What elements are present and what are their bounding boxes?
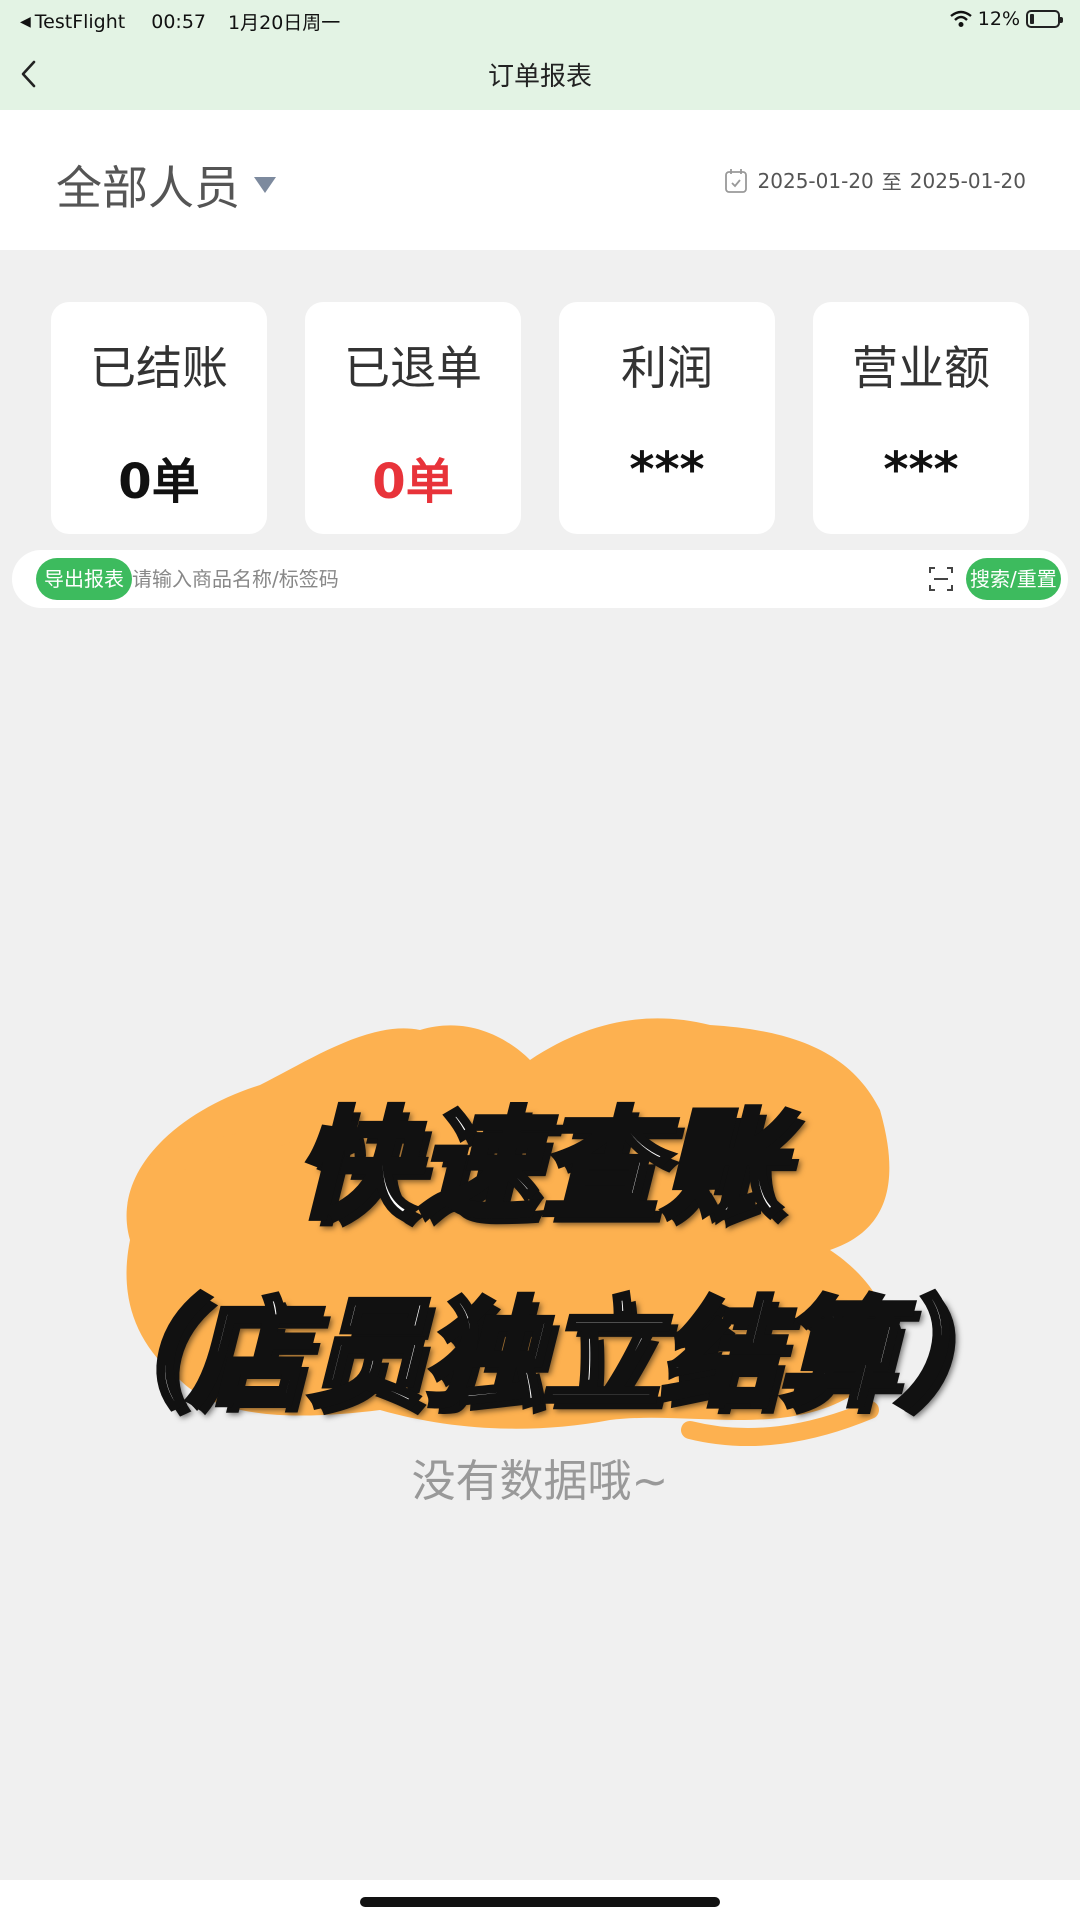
staff-label: 全部人员	[56, 161, 240, 215]
stat-card-revenue[interactable]: 营业额 ***	[813, 302, 1029, 534]
date-range-picker[interactable]: 2025-01-20 至 2025-01-20	[724, 166, 1026, 195]
wifi-icon	[950, 10, 972, 27]
battery-percent: 12%	[977, 8, 1020, 30]
stat-title: 已结账	[90, 341, 228, 395]
stat-card-refunded[interactable]: 已退单 0单	[305, 302, 521, 534]
stat-value: 0单	[118, 454, 200, 510]
page-title: 订单报表	[487, 62, 592, 92]
filter-bar: 全部人员 2025-01-20 至 2025-01-20	[0, 110, 1080, 250]
status-time: 00:57	[151, 10, 207, 33]
stat-value: ***	[629, 442, 705, 498]
stat-title: 已退单	[344, 341, 482, 395]
status-date: 1月20日周一	[228, 12, 341, 34]
back-to-app-icon[interactable]: ◀	[20, 14, 31, 30]
empty-state-text: 没有数据哦~	[411, 1456, 669, 1507]
home-indicator[interactable]	[360, 1897, 720, 1907]
search-input[interactable]	[132, 559, 912, 599]
status-bar: ◀ TestFlight 00:57 1月20日周一 12%	[0, 0, 1080, 40]
search-reset-button[interactable]: 搜索/重置	[966, 558, 1061, 600]
export-report-button[interactable]: 导出报表	[36, 558, 132, 600]
stat-card-settled[interactable]: 已结账 0单	[51, 302, 267, 534]
stat-value: ***	[883, 442, 959, 498]
date-to: 2025-01-20	[909, 168, 1026, 193]
status-left: ◀ TestFlight 00:57 1月20日周一	[20, 8, 340, 35]
promo-overlay: 快速查账 （店员独立结算）	[68, 990, 1017, 1450]
dropdown-caret-icon	[254, 177, 276, 193]
promo-subtitle: （店员独立结算）	[68, 1283, 1017, 1426]
stat-card-profit[interactable]: 利润 ***	[559, 302, 775, 534]
stat-title: 利润	[621, 341, 713, 395]
date-from: 2025-01-20	[757, 168, 874, 193]
stat-title: 营业额	[852, 341, 990, 395]
back-app-label[interactable]: TestFlight	[35, 11, 125, 33]
status-right: 12%	[950, 8, 1063, 30]
staff-selector[interactable]: 全部人员	[56, 152, 276, 218]
calendar-icon	[724, 168, 747, 193]
promo-title: 快速查账	[294, 1095, 785, 1239]
stat-value: 0单	[372, 454, 454, 510]
date-separator: 至	[881, 170, 902, 194]
scan-icon[interactable]	[928, 565, 954, 593]
battery-icon	[1026, 10, 1063, 28]
search-bar: 导出报表 搜索/重置	[12, 550, 1068, 608]
